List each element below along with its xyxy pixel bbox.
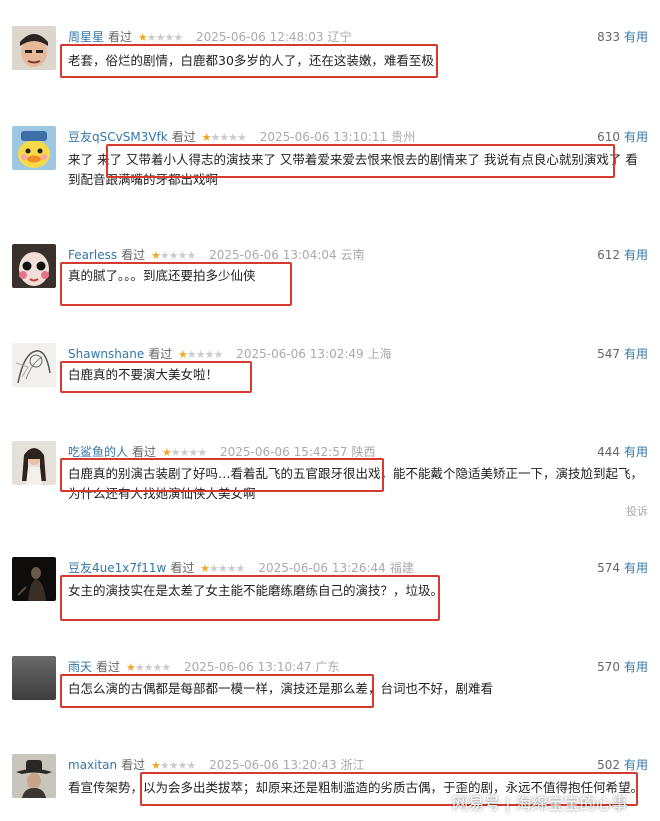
review-item: 雨天 看过 ★★★★★ 2025-06-06 13:10:47 广东 570 有用 白… [0,656,660,708]
watched-label: 看过 [170,561,195,575]
review-date: 2025-06-06 13:10:11 [259,130,388,144]
review-text: 白鹿真的别演古装剧了好吗…看着乱飞的五官跟牙很出戏，能不能戴个隐适美矫正一下，演… [68,466,644,501]
useful-button[interactable]: 有用 [624,758,648,772]
review-location: 上海 [367,347,392,361]
review-item: 吃鲨鱼的人 看过 ★★★★★ 2025-06-06 15:42:57 陕西 444 有… [0,441,660,521]
star-rating: ★★★★★ [201,131,247,144]
useful-votes: 444 有用 [597,443,648,460]
vote-count: 570 [597,660,620,674]
useful-votes: 570 有用 [597,658,648,675]
useful-votes: 833 有用 [597,28,648,45]
review-text: 真的腻了。。。到底还要拍多少仙侠 [68,268,256,283]
review-item: 周星星 看过 ★★★★★ 2025-06-06 12:48:03 辽宁 833 有用 … [0,26,660,86]
username-link[interactable]: 豆友4ue1x7f11w [68,561,166,575]
user-avatar[interactable] [12,656,56,700]
useful-button[interactable]: 有用 [624,347,648,361]
review-item: Fearless 看过 ★★★★★ 2025-06-06 13:04:04 云南 6… [0,244,660,306]
star-rating: ★★★★★ [125,661,171,674]
review-text: 白怎么演的古偶都是每部都一模一样，演技还是那么差，台词也不好，剧难看 [68,681,494,696]
useful-votes: 547 有用 [597,345,648,362]
review-location: 陕西 [351,445,376,459]
review-date: 2025-06-06 13:26:44 [258,561,386,575]
review-date: 2025-06-06 12:48:03 [196,30,324,44]
vote-count: 502 [597,758,620,772]
useful-button[interactable]: 有用 [624,130,648,144]
user-avatar[interactable] [12,754,56,798]
review-date: 2025-06-06 13:20:43 [209,758,337,772]
username-link[interactable]: Fearless [68,248,117,262]
vote-count: 612 [597,248,620,262]
review-meta: 豆友4ue1x7f11w 看过 ★★★★★ 2025-06-06 13:26:44… [68,559,414,576]
vote-count: 444 [597,445,620,459]
username-link[interactable]: 周星星 [68,30,104,44]
review-text: 白鹿真的不要演大美女啦！ [68,367,219,382]
vote-count: 833 [597,30,620,44]
review-meta: 吃鲨鱼的人 看过 ★★★★★ 2025-06-06 15:42:57 陕西 [68,443,375,460]
useful-button[interactable]: 有用 [624,660,648,674]
username-link[interactable]: Shawnshane [68,347,144,361]
review-text: 来了 来了 又带着小人得志的演技来了 又带着爱来爱去恨来恨去的剧情来了 我说有点… [68,152,638,187]
username-link[interactable]: 雨天 [68,660,92,674]
useful-button[interactable]: 有用 [624,445,648,459]
review-location: 浙江 [340,758,365,772]
vote-count: 547 [597,347,620,361]
review-meta: 豆友qSCvSM3Vfk 看过 ★★★★★ 2025-06-06 13:10:11… [68,128,415,145]
watched-label: 看过 [171,130,196,144]
star-rating: ★★★★★ [161,446,207,459]
user-avatar[interactable] [12,557,56,601]
user-avatar[interactable] [12,343,56,387]
vote-count: 574 [597,561,620,575]
report-link[interactable]: 投诉 [626,503,648,519]
username-link[interactable]: 豆友qSCvSM3Vfk [68,130,168,144]
review-item: 豆友4ue1x7f11w 看过 ★★★★★ 2025-06-06 13:26:44… [0,557,660,621]
star-rating: ★★★★★ [151,759,196,772]
useful-votes: 502 有用 [597,756,648,773]
star-rating: ★★★★★ [137,31,183,44]
username-link[interactable]: maxitan [68,758,117,772]
useful-votes: 612 有用 [597,246,648,263]
review-location: 广东 [315,660,340,674]
review-date: 2025-06-06 13:04:04 [209,248,337,262]
watched-label: 看过 [132,445,157,459]
review-location: 贵州 [391,130,416,144]
watched-label: 看过 [121,248,146,262]
watched-label: 看过 [108,30,133,44]
useful-votes: 574 有用 [597,559,648,576]
review-meta: Shawnshane 看过 ★★★★★ 2025-06-06 13:02:49 上海 [68,345,392,362]
watermark-text: 网易号 | 海绵宝宝的心事 [452,794,628,813]
user-avatar[interactable] [12,441,56,485]
watched-label: 看过 [121,758,146,772]
user-avatar[interactable] [12,244,56,288]
review-location: 云南 [340,248,365,262]
review-meta: 周星星 看过 ★★★★★ 2025-06-06 12:48:03 辽宁 [68,28,351,45]
review-text: 老套，俗烂的剧情，白鹿都30多岁的人了，还在这装嫩，难看至极！ [68,53,447,68]
review-date: 2025-06-06 15:42:57 [220,445,348,459]
useful-button[interactable]: 有用 [624,30,648,44]
star-rating: ★★★★★ [150,249,196,262]
review-date: 2025-06-06 13:02:49 [236,347,364,361]
review-location: 辽宁 [327,30,352,44]
watched-label: 看过 [96,660,121,674]
review-item: Shawnshane 看过 ★★★★★ 2025-06-06 13:02:49 上海… [0,343,660,393]
username-link[interactable]: 吃鲨鱼的人 [68,445,128,459]
useful-votes: 610 有用 [597,128,648,145]
star-rating: ★★★★★ [178,348,223,361]
review-item: 豆友qSCvSM3Vfk 看过 ★★★★★ 2025-06-06 13:10:11… [0,126,660,196]
review-meta: maxitan 看过 ★★★★★ 2025-06-06 13:20:43 浙江 [68,756,365,773]
user-avatar[interactable] [12,26,56,70]
useful-button[interactable]: 有用 [624,248,648,262]
review-meta: Fearless 看过 ★★★★★ 2025-06-06 13:04:04 云南 [68,246,365,263]
user-avatar[interactable] [12,126,56,170]
watched-label: 看过 [148,347,173,361]
review-date: 2025-06-06 13:10:47 [184,660,312,674]
review-location: 福建 [389,561,414,575]
vote-count: 610 [597,130,620,144]
star-rating: ★★★★★ [200,562,245,575]
review-meta: 雨天 看过 ★★★★★ 2025-06-06 13:10:47 广东 [68,658,339,675]
review-text: 女主的演技实在是太差了女主能不能磨练磨练自己的演技？，垃圾。 [68,583,444,598]
useful-button[interactable]: 有用 [624,561,648,575]
